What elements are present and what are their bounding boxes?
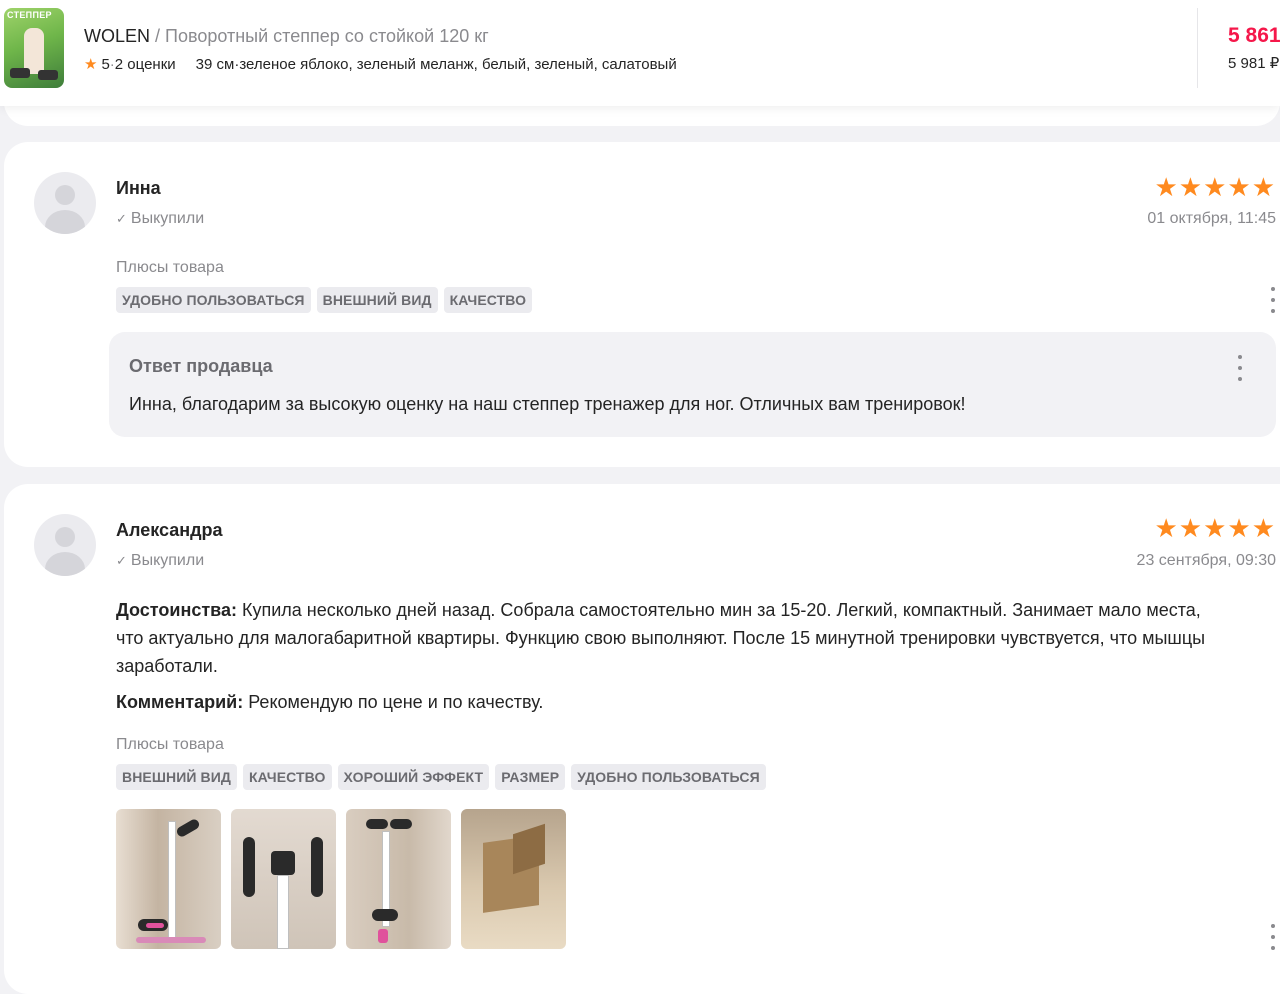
pros-tag: ХОРОШИЙ ЭФФЕКТ (337, 764, 490, 790)
review-menu-icon[interactable] (1269, 924, 1277, 950)
review-date: 23 сентября, 09:30 (1136, 552, 1276, 569)
brand-name: WOLEN (84, 26, 151, 46)
seller-reply-menu-icon[interactable] (1236, 355, 1244, 381)
review-card: Инна ✓ Выкупили ★★★★★ 01 октября, 11:45 … (4, 142, 1280, 467)
review-date: 01 октября, 11:45 (1147, 210, 1276, 227)
pros-tag: УДОБНО ПОЛЬЗОВАТЬСЯ (116, 287, 311, 313)
pros-tag: ВНЕШНИЙ ВИД (116, 764, 237, 790)
product-colors: зеленое яблоко, зеленый меланж, белый, з… (239, 55, 677, 73)
avatar (34, 514, 96, 576)
review-advantages: Достоинства: Купила несколько дней назад… (116, 596, 1226, 680)
rating-stars: ★★★★★ (1154, 513, 1276, 543)
product-name: Поворотный степпер со стойкой 120 кг (165, 26, 489, 46)
purchase-status: ✓ Выкупили (116, 552, 204, 570)
old-price: 5 981 ₽ (1228, 55, 1280, 72)
advantages-text: Купила несколько дней назад. Собрала сам… (116, 600, 1206, 676)
review-photo[interactable] (346, 809, 451, 949)
pros-tag: ВНЕШНИЙ ВИД (316, 287, 438, 313)
review-photo[interactable] (231, 809, 336, 949)
review-photos (116, 809, 566, 949)
purchase-status: ✓ Выкупили (116, 210, 204, 228)
review-author: Александра (116, 520, 223, 540)
seller-reply-title: Ответ продавца (129, 356, 273, 376)
pros-tags: УДОБНО ПОЛЬЗОВАТЬСЯ ВНЕШНИЙ ВИД КАЧЕСТВО (116, 287, 533, 313)
comment-text: Рекомендую по цене и по качеству. (243, 692, 544, 712)
check-icon: ✓ (116, 553, 127, 568)
product-title[interactable]: WOLEN / Поворотный степпер со стойкой 12… (84, 26, 489, 47)
product-header: СТЕППЕР WOLEN / Поворотный степпер со ст… (0, 0, 1280, 106)
star-icon: ★ (84, 56, 98, 73)
review-menu-icon[interactable] (1269, 287, 1277, 313)
rating-value: 5 (101, 55, 110, 73)
seller-reply-text: Инна, благодарим за высокую оценку на на… (129, 394, 966, 414)
review-author: Инна (116, 178, 161, 198)
pros-tags: ВНЕШНИЙ ВИД КАЧЕСТВО ХОРОШИЙ ЭФФЕКТ РАЗМ… (116, 764, 766, 790)
purchase-status-label: Выкупили (130, 210, 205, 227)
pros-tag: КАЧЕСТВО (243, 764, 332, 790)
pros-tag: УДОБНО ПОЛЬЗОВАТЬСЯ (571, 764, 766, 790)
review-photo[interactable] (116, 809, 221, 949)
check-icon: ✓ (116, 211, 127, 226)
header-divider (1197, 8, 1198, 88)
review-card: Александра ✓ Выкупили ★★★★★ 23 сентября,… (4, 484, 1280, 994)
thumbnail-text: СТЕППЕР (7, 10, 52, 20)
purchase-status-label: Выкупили (130, 552, 205, 569)
pros-tag: КАЧЕСТВО (443, 287, 533, 313)
rating-stars: ★★★★★ (1154, 172, 1276, 202)
product-meta: ★ 5 · 2 оценки 39 см · зеленое яблоко, з… (84, 55, 677, 74)
comment-label: Комментарий: (116, 692, 244, 712)
review-photo[interactable] (461, 809, 566, 949)
pros-tag: РАЗМЕР (495, 764, 566, 790)
seller-reply: Ответ продавца Инна, благодарим за высок… (109, 332, 1276, 437)
title-separator: / (150, 26, 166, 46)
pros-title: Плюсы товара (116, 259, 224, 276)
pros-title: Плюсы товара (116, 736, 224, 753)
product-size: 39 см (195, 55, 235, 73)
current-price: 5 861 (1228, 24, 1280, 47)
avatar (34, 172, 96, 234)
ratings-count[interactable]: 2 оценки (115, 56, 176, 73)
advantages-label: Достоинства: (116, 600, 237, 620)
review-comment: Комментарий: Рекомендую по цене и по кач… (116, 688, 1226, 716)
product-thumbnail[interactable]: СТЕППЕР (4, 8, 64, 88)
